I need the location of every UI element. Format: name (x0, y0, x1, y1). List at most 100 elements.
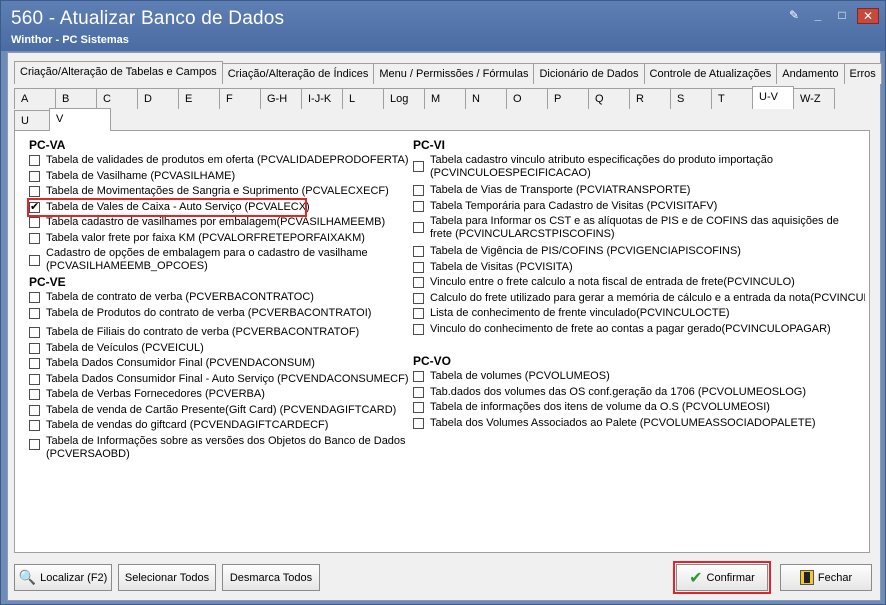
checkbox[interactable] (29, 170, 40, 182)
checkbox[interactable] (413, 308, 424, 319)
tab-letter[interactable]: N (465, 88, 507, 109)
list-item[interactable]: Tabela de validades de produtos em ofert… (29, 153, 409, 169)
tab-letter[interactable]: F (219, 88, 261, 109)
tab-letter[interactable]: T (711, 88, 753, 109)
localizar-button[interactable]: 🔍 Localizar (F2) (14, 564, 112, 591)
list-item[interactable]: Tabela Dados Consumidor Final (PCVENDACO… (29, 356, 409, 372)
checkbox[interactable] (413, 402, 424, 413)
list-item[interactable]: Tabela de vendas do giftcard (PCVENDAGIF… (29, 418, 409, 434)
tab-sub-u[interactable]: U (14, 110, 50, 131)
deselect-all-button[interactable]: Desmarca Todos (222, 564, 320, 591)
checkbox[interactable] (413, 371, 424, 382)
tab-letter[interactable]: P (547, 88, 589, 109)
confirm-button[interactable]: ✔ Confirmar (673, 561, 771, 594)
tab-letter[interactable]: Log (383, 88, 425, 109)
checkbox[interactable] (413, 200, 424, 212)
checkbox[interactable] (29, 255, 40, 266)
list-item[interactable]: Tabela de Vasilhame (PCVASILHAME) (29, 169, 409, 185)
checkbox[interactable] (413, 246, 424, 257)
list-item[interactable]: Tab.dados dos volumes das OS conf.geraçã… (413, 385, 865, 401)
list-item[interactable]: Tabela para Informar os CST e as alíquot… (413, 214, 865, 244)
tab-dicionario[interactable]: Dicionário de Dados (533, 63, 645, 84)
list-item[interactable]: Cadastro de opções de embalagem para o c… (29, 246, 409, 276)
checkbox[interactable] (29, 155, 40, 166)
tab-menu-permissoes[interactable]: Menu / Permissões / Fórmulas (373, 63, 535, 84)
list-item[interactable]: Tabela de Vigência de PIS/COFINS (PCVIGE… (413, 244, 865, 260)
tab-letter-uv[interactable]: U-V (752, 86, 794, 109)
tab-andamento[interactable]: Andamento (776, 63, 845, 84)
list-item[interactable]: Tabela de Produtos do contrato de verba … (29, 306, 409, 322)
tab-letter[interactable]: C (96, 88, 138, 109)
list-item[interactable]: Tabela de Visitas (PCVISITA) (413, 260, 865, 276)
list-item[interactable]: Vinculo entre o frete calculo a nota fis… (413, 275, 865, 291)
list-item-highlighted[interactable]: Tabela de Vales de Caixa - Auto Serviço … (27, 197, 310, 217)
checkbox[interactable] (413, 292, 424, 304)
tab-letter[interactable]: G-H (260, 88, 302, 109)
tab-letter[interactable]: L (342, 88, 384, 109)
tab-erros[interactable]: Erros (843, 63, 882, 84)
checkbox[interactable] (413, 277, 424, 288)
checkbox[interactable] (29, 438, 40, 450)
list-item[interactable]: Tabela de informações dos itens de volum… (413, 400, 865, 416)
minimize-icon[interactable]: _ (809, 8, 827, 24)
list-item[interactable]: Tabela Temporária para Cadastro de Visit… (413, 199, 865, 215)
checkbox[interactable] (29, 358, 40, 369)
select-all-button[interactable]: Selecionar Todos (118, 564, 216, 591)
tab-letter[interactable]: Q (588, 88, 630, 109)
checkbox[interactable] (29, 342, 40, 354)
tab-letter[interactable]: S (670, 88, 712, 109)
list-item[interactable]: Tabela de Filiais do contrato de verba (… (29, 325, 409, 341)
close-button[interactable]: Fechar (780, 564, 872, 591)
maximize-icon[interactable]: □ (833, 8, 851, 24)
list-item[interactable]: Tabela de volumes (PCVOLUMEOS) (413, 369, 865, 385)
list-item[interactable]: Tabela cadastro de vasilhames por embala… (29, 215, 409, 231)
list-item[interactable]: Tabela Dados Consumidor Final - Auto Ser… (29, 372, 409, 388)
tab-sub-v[interactable]: V (49, 108, 111, 131)
checkbox[interactable] (413, 222, 424, 233)
checkbox[interactable] (29, 404, 40, 416)
close-icon[interactable]: ✕ (857, 8, 879, 24)
tab-indices[interactable]: Criação/Alteração de Índices (221, 63, 375, 84)
tab-tabelas-campos[interactable]: Criação/Alteração de Tabelas e Campos (14, 61, 223, 84)
checkbox[interactable] (29, 292, 40, 303)
tab-letter[interactable]: O (506, 88, 548, 109)
checkbox[interactable] (29, 389, 40, 400)
tab-letter[interactable]: B (55, 88, 97, 109)
list-item[interactable]: Tabela valor frete por faixa KM (PCVALOR… (29, 231, 409, 247)
checkbox[interactable] (413, 161, 424, 172)
list-item[interactable]: Tabela de Movimentações de Sangria e Sup… (29, 184, 409, 200)
list-item[interactable]: Tabela de contrato de verba (PCVERBACONT… (29, 290, 409, 306)
checkbox[interactable] (29, 186, 40, 197)
tab-letter[interactable]: I-J-K (301, 88, 343, 109)
list-item[interactable]: Tabela cadastro vinculo atributo especif… (413, 153, 865, 183)
checkbox-checked[interactable] (29, 200, 40, 213)
checkbox[interactable] (413, 386, 424, 398)
list-item[interactable]: Tabela de Verbas Fornecedores (PCVERBA) (29, 387, 409, 403)
list-item[interactable]: Tabela de venda de Cartão Presente(Gift … (29, 403, 409, 419)
tab-letter[interactable]: R (629, 88, 671, 109)
edit-icon[interactable]: ✎ (785, 8, 803, 24)
checkbox[interactable] (29, 373, 40, 385)
checkbox[interactable] (29, 420, 40, 431)
list-item[interactable]: Vinculo do conhecimento de frete ao cont… (413, 322, 865, 338)
tab-letter[interactable]: W-Z (793, 88, 835, 109)
checkbox[interactable] (29, 327, 40, 338)
tab-letter[interactable]: E (178, 88, 220, 109)
tab-letter[interactable]: A (14, 88, 56, 109)
tab-controle-atualizacoes[interactable]: Controle de Atualizações (643, 63, 778, 84)
checkbox[interactable] (413, 323, 424, 335)
checkbox[interactable] (413, 261, 424, 273)
list-item[interactable]: Tabela de Vias de Transporte (PCVIATRANS… (413, 183, 865, 199)
list-item[interactable]: Tabela de Veículos (PCVEICUL) (29, 341, 409, 357)
list-item[interactable]: Tabela de Informações sobre as versões d… (29, 434, 409, 464)
list-item[interactable]: Calculo do frete utilizado para gerar a … (413, 291, 865, 307)
tab-letter[interactable]: M (424, 88, 466, 109)
checkbox[interactable] (413, 417, 424, 429)
tab-letter[interactable]: D (137, 88, 179, 109)
checkbox[interactable] (29, 217, 40, 228)
checkbox[interactable] (29, 232, 40, 244)
list-item[interactable]: Lista de conhecimento de frente vinculad… (413, 306, 865, 322)
list-item[interactable]: Tabela dos Volumes Associados ao Palete … (413, 416, 865, 432)
checkbox[interactable] (29, 307, 40, 319)
checkbox[interactable] (413, 185, 424, 196)
